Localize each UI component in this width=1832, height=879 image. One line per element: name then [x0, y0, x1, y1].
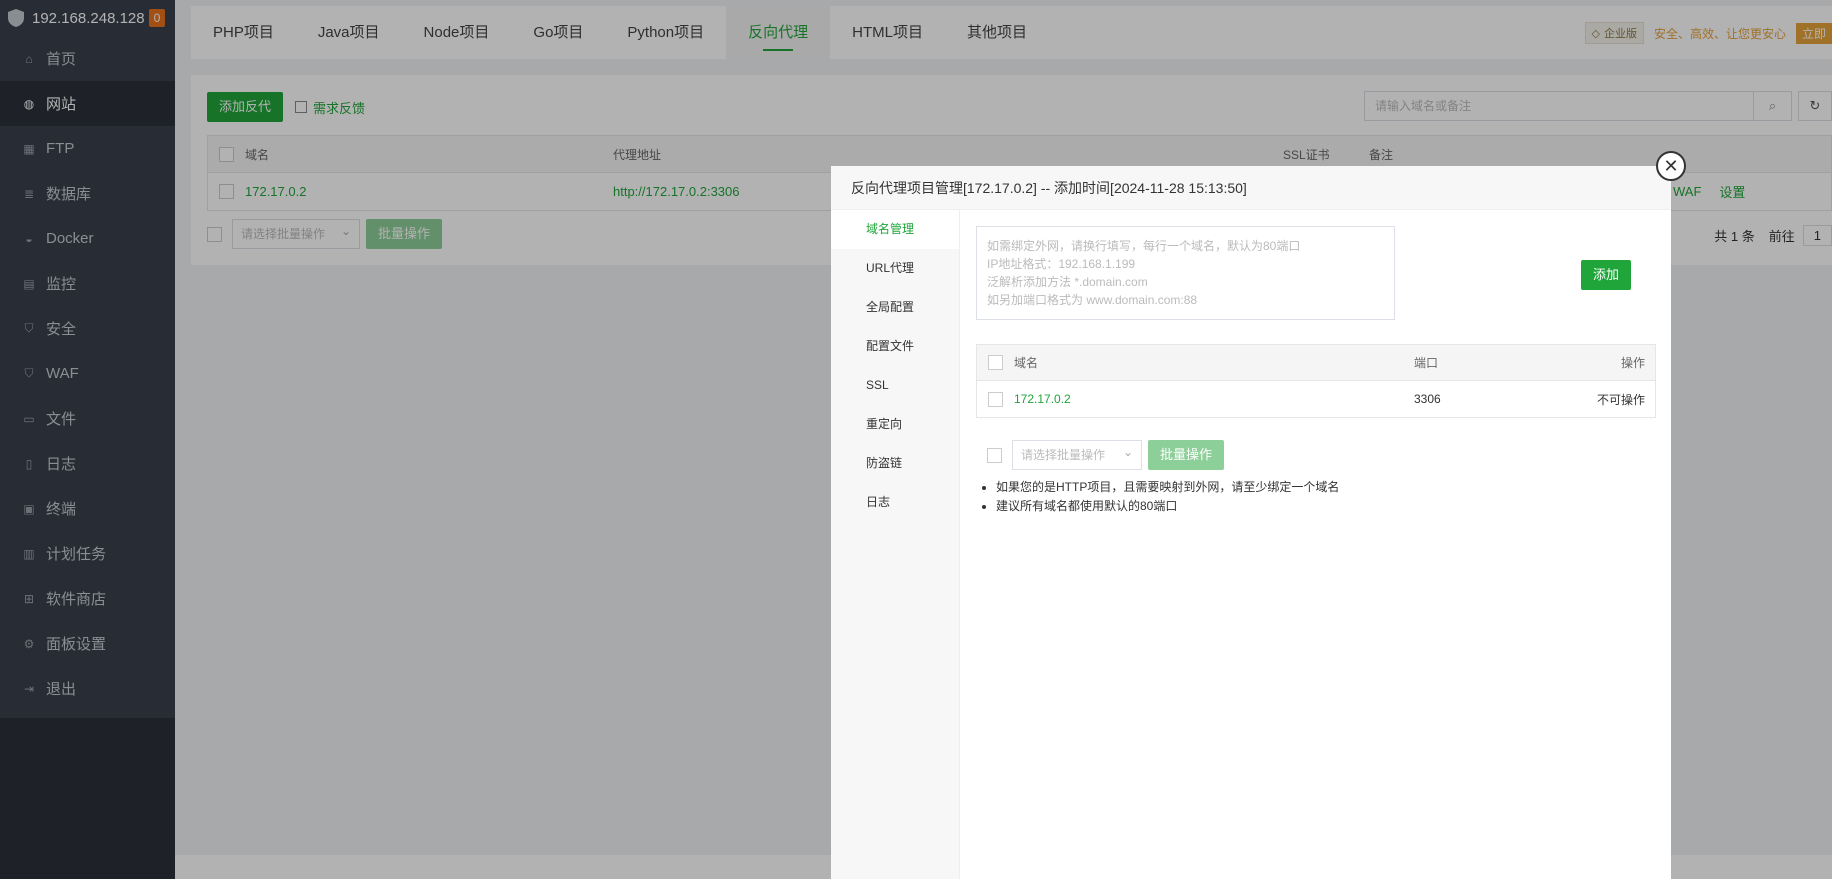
- nav-global-config[interactable]: 全局配置: [831, 288, 959, 327]
- batch-button[interactable]: 批量操作: [1148, 440, 1225, 470]
- col-action: 操作: [1620, 356, 1645, 370]
- nav-url-proxy[interactable]: URL代理: [831, 249, 959, 288]
- nav-log[interactable]: 日志: [831, 483, 959, 522]
- nav-ssl[interactable]: SSL: [831, 366, 959, 405]
- row-port: 3306: [1414, 392, 1441, 406]
- domain-table: 域名 端口 操作 172.17.0.2 3306 不可操作: [976, 344, 1656, 418]
- add-domain-button[interactable]: 添加: [1581, 260, 1631, 290]
- nav-redirect[interactable]: 重定向: [831, 405, 959, 444]
- row-domain: 172.17.0.2: [1014, 392, 1071, 406]
- domain-textarea[interactable]: 如需绑定外网，请换行填写，每行一个域名，默认为80端口 IP地址格式：192.1…: [976, 226, 1395, 320]
- col-port: 端口: [1414, 356, 1439, 370]
- row-checkbox[interactable]: [988, 391, 1003, 407]
- dialog-body: 如需绑定外网，请换行填写，每行一个域名，默认为80端口 IP地址格式：192.1…: [976, 226, 1656, 516]
- tip-item: 建议所有域名都使用默认的80端口: [996, 497, 1656, 516]
- close-icon[interactable]: ✕: [1656, 151, 1686, 181]
- row-action: 不可操作: [1596, 392, 1645, 407]
- nav-domain-manage[interactable]: 域名管理: [831, 210, 959, 249]
- footer-checkbox[interactable]: [987, 447, 1002, 463]
- domain-table-footer: 请选择批量操作 批量操作: [976, 438, 1656, 470]
- table-header: 域名 端口 操作: [977, 345, 1655, 381]
- tip-item: 如果您的是HTTP项目，且需要映射到外网，请至少绑定一个域名: [996, 478, 1656, 497]
- dialog-nav: 域名管理 URL代理 全局配置 配置文件 SSL 重定向 防盗链 日志: [831, 210, 960, 879]
- placeholder-line: IP地址格式：192.168.1.199: [987, 257, 1136, 271]
- col-domain: 域名: [1014, 356, 1039, 370]
- placeholder-line: 泛解析添加方法 *.domain.com: [987, 275, 1148, 289]
- placeholder-line: 如另加端口格式为 www.domain.com:88: [987, 293, 1198, 307]
- nav-hotlink[interactable]: 防盗链: [831, 444, 959, 483]
- nav-config-file[interactable]: 配置文件: [831, 327, 959, 366]
- proxy-manage-dialog: 反向代理项目管理[172.17.0.2] -- 添加时间[2024-11-28 …: [831, 166, 1671, 879]
- tips-list: 如果您的是HTTP项目，且需要映射到外网，请至少绑定一个域名 建议所有域名都使用…: [976, 478, 1656, 516]
- placeholder-line: 如需绑定外网，请换行填写，每行一个域名，默认为80端口: [987, 239, 1301, 253]
- dialog-title: 反向代理项目管理[172.17.0.2] -- 添加时间[2024-11-28 …: [831, 166, 1671, 210]
- table-row: 172.17.0.2 3306 不可操作: [977, 381, 1655, 417]
- select-all-checkbox[interactable]: [988, 355, 1003, 370]
- batch-select[interactable]: 请选择批量操作: [1012, 438, 1142, 470]
